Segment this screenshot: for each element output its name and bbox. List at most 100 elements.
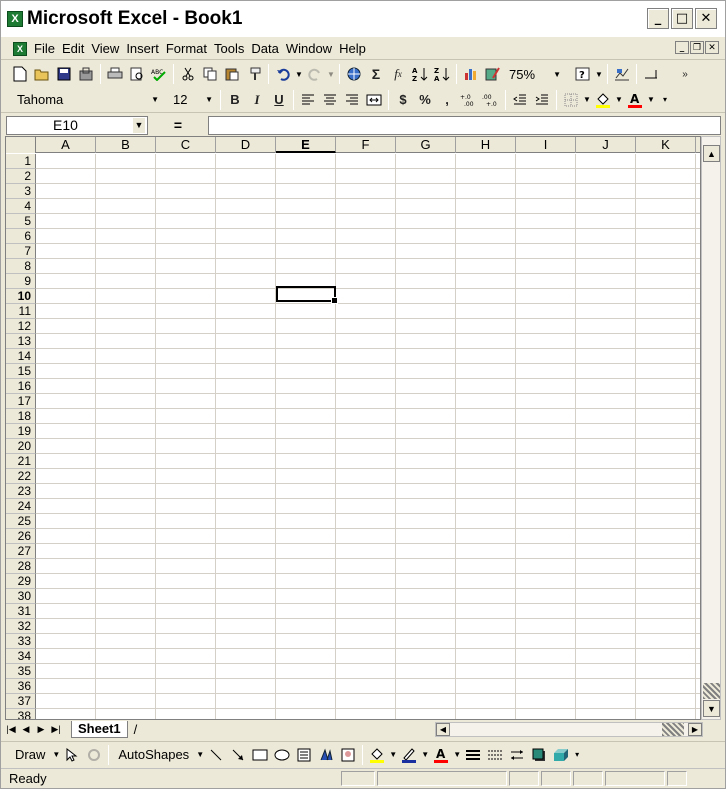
help-dropdown-icon[interactable]: ▼ [594, 70, 604, 79]
formula-input[interactable] [208, 115, 721, 135]
row-cells[interactable] [36, 394, 700, 409]
rectangle-icon[interactable] [249, 744, 271, 766]
borders-icon[interactable] [560, 89, 582, 111]
font-size-select[interactable]: 12 ▼ [169, 90, 217, 110]
font-color-icon[interactable]: A [430, 744, 452, 766]
row-cells[interactable] [36, 499, 700, 514]
align-center-icon[interactable] [319, 89, 341, 111]
row-header[interactable]: 8 [6, 259, 36, 274]
line-color-dropdown-icon[interactable]: ▼ [420, 750, 430, 759]
row-header[interactable]: 3 [6, 184, 36, 199]
row-header[interactable]: 38 [6, 709, 36, 719]
drawing-icon[interactable] [482, 63, 504, 85]
arrow-style-icon[interactable] [506, 744, 528, 766]
row-header[interactable]: 18 [6, 409, 36, 424]
row-cells[interactable] [36, 484, 700, 499]
borders-small-icon[interactable] [640, 63, 662, 85]
workbook-restore-button[interactable]: ❐ [690, 41, 704, 54]
row-header[interactable]: 28 [6, 559, 36, 574]
text-box-icon[interactable] [293, 744, 315, 766]
column-header-g[interactable]: G [396, 137, 456, 153]
worksheet-grid[interactable]: A B C D E F G H I J K 1 2 3 4 5 6 7 8 9 10 11 12 13 1… [5, 136, 701, 720]
horizontal-split-box[interactable] [662, 723, 684, 736]
decrease-decimal-icon[interactable]: .00 +.0 [480, 89, 502, 111]
row-header[interactable]: 10 [6, 289, 36, 304]
toolbar-options-icon[interactable]: ▾ [572, 750, 582, 759]
row-cells[interactable] [36, 574, 700, 589]
row-cells[interactable] [36, 469, 700, 484]
menu-view[interactable]: View [88, 41, 122, 56]
redo-dropdown-icon[interactable]: ▼ [326, 70, 336, 79]
oval-icon[interactable] [271, 744, 293, 766]
fill-color-icon[interactable] [592, 89, 614, 111]
rotate-icon[interactable] [83, 744, 105, 766]
autosum-icon[interactable]: Σ [365, 63, 387, 85]
row-header[interactable]: 1 [6, 154, 36, 169]
hyperlink-icon[interactable] [343, 63, 365, 85]
equals-icon[interactable]: = [148, 117, 208, 133]
column-header-d[interactable]: D [216, 137, 276, 153]
scroll-left-icon[interactable]: ◀ [436, 723, 450, 736]
clip-art-icon[interactable] [337, 744, 359, 766]
toolbar-overflow-icon[interactable]: » [674, 63, 696, 85]
draw-menu-button[interactable]: Draw [9, 747, 51, 762]
function-icon[interactable]: fx [387, 63, 409, 85]
column-header-h[interactable]: H [456, 137, 516, 153]
row-cells[interactable] [36, 529, 700, 544]
close-button[interactable]: ✕ [695, 8, 717, 29]
scroll-right-icon[interactable]: ▶ [688, 723, 702, 736]
row-cells[interactable] [36, 364, 700, 379]
line-style-icon[interactable] [462, 744, 484, 766]
open-icon[interactable] [31, 63, 53, 85]
column-header-b[interactable]: B [96, 137, 156, 153]
copy-icon[interactable] [199, 63, 221, 85]
row-cells[interactable] [36, 709, 700, 719]
row-cells[interactable] [36, 214, 700, 229]
row-cells[interactable] [36, 649, 700, 664]
row-header[interactable]: 16 [6, 379, 36, 394]
row-header[interactable]: 14 [6, 349, 36, 364]
row-header[interactable]: 32 [6, 619, 36, 634]
row-cells[interactable] [36, 184, 700, 199]
fill-color-dropdown-icon[interactable]: ▼ [614, 95, 624, 104]
menu-insert[interactable]: Insert [123, 41, 162, 56]
row-header[interactable]: 2 [6, 169, 36, 184]
row-cells[interactable] [36, 154, 700, 169]
vertical-split-box[interactable] [703, 683, 720, 699]
merge-center-icon[interactable] [363, 89, 385, 111]
column-header-j[interactable]: J [576, 137, 636, 153]
chart-wizard-icon[interactable] [460, 63, 482, 85]
title-bar[interactable]: X Microsoft Excel - Book1 _ □ ✕ [1, 1, 725, 37]
row-cells[interactable] [36, 634, 700, 649]
row-cells[interactable] [36, 664, 700, 679]
arrow-icon[interactable] [227, 744, 249, 766]
scroll-up-icon[interactable]: ▲ [703, 145, 720, 162]
underline-button[interactable]: U [268, 89, 290, 111]
paste-icon[interactable] [221, 63, 243, 85]
menu-data[interactable]: Data [248, 41, 281, 56]
maximize-button[interactable]: □ [671, 8, 693, 29]
menu-format[interactable]: Format [163, 41, 210, 56]
row-cells[interactable] [36, 589, 700, 604]
permission-icon[interactable] [75, 63, 97, 85]
row-header[interactable]: 36 [6, 679, 36, 694]
toolbar-options-icon[interactable]: ▾ [660, 95, 670, 104]
font-select[interactable]: Tahoma ▼ [13, 90, 163, 110]
new-icon[interactable] [9, 63, 31, 85]
row-header[interactable]: 19 [6, 424, 36, 439]
align-right-icon[interactable] [341, 89, 363, 111]
menu-file[interactable]: File [31, 41, 58, 56]
row-header[interactable]: 35 [6, 664, 36, 679]
zoom-select[interactable]: 75% ▼ [504, 64, 566, 84]
help-icon[interactable]: ? [572, 63, 594, 85]
column-header-a[interactable]: A [36, 137, 96, 153]
row-header[interactable]: 26 [6, 529, 36, 544]
percent-button[interactable]: % [414, 89, 436, 111]
row-cells[interactable] [36, 454, 700, 469]
row-cells[interactable] [36, 199, 700, 214]
line-icon[interactable] [205, 744, 227, 766]
row-cells[interactable] [36, 514, 700, 529]
row-cells[interactable] [36, 559, 700, 574]
active-cell-e10[interactable] [276, 286, 338, 304]
decrease-indent-icon[interactable] [509, 89, 531, 111]
